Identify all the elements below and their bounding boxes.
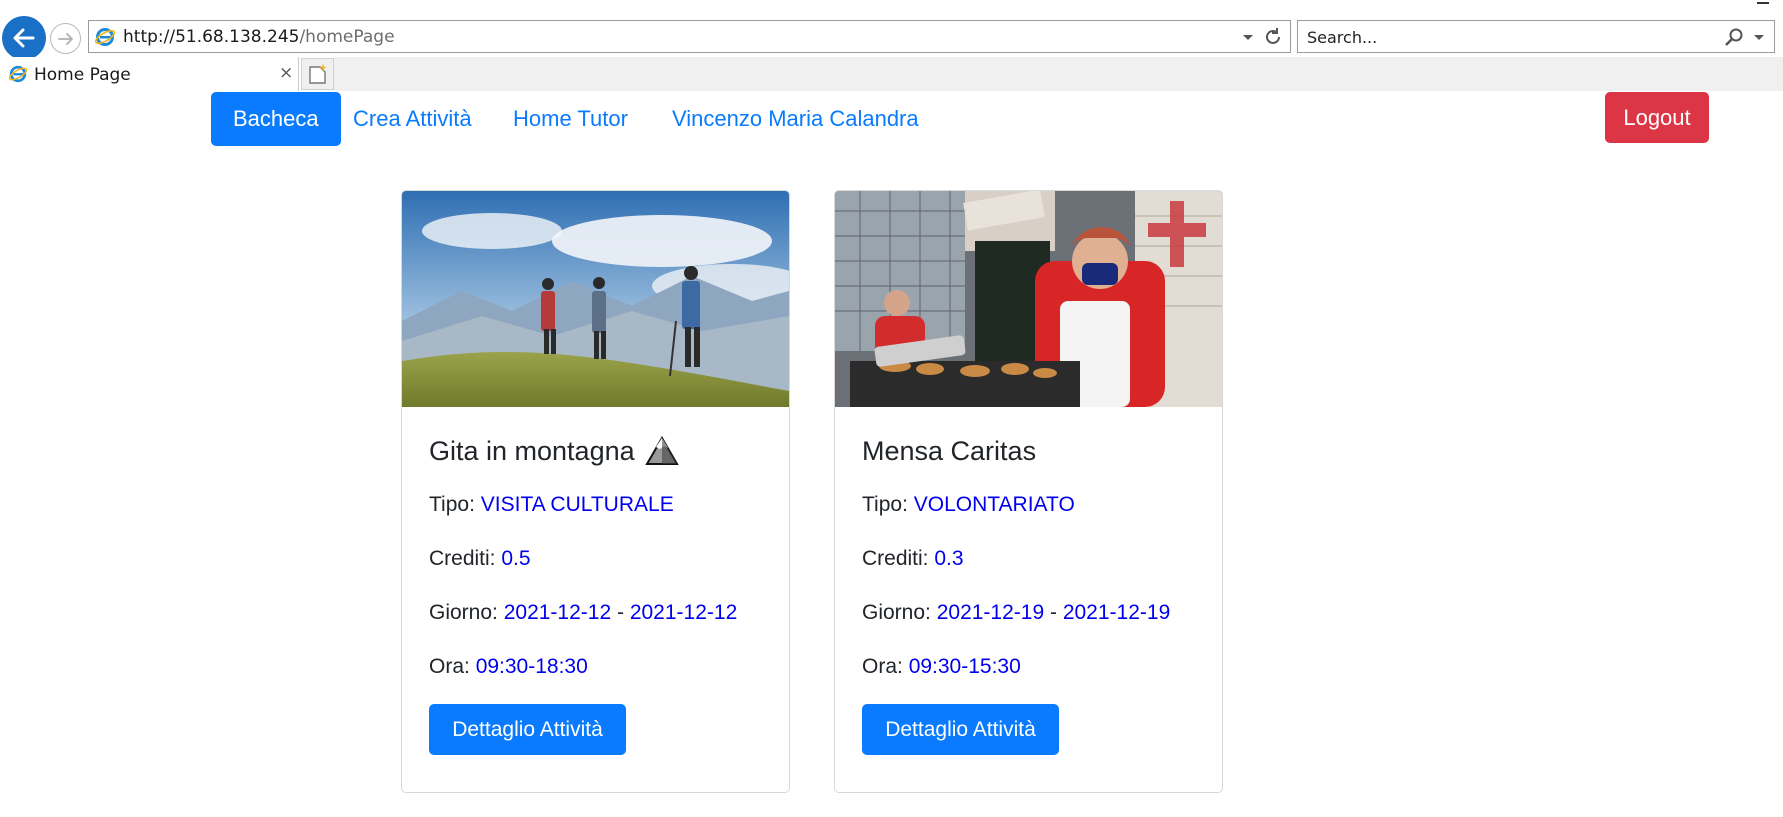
value-giorno-end: 2021-12-12 [629, 601, 738, 624]
navbar: Bacheca Crea Attività Home Tutor Vincenz… [0, 91, 1783, 151]
value-giorno-end: 2021-12-19 [1062, 601, 1171, 624]
url-text: http://51.68.138.245/homePage [123, 27, 395, 47]
card-title-text: Mensa Caritas [862, 436, 1037, 466]
search-icon[interactable] [1724, 27, 1744, 47]
label-giorno: Giorno: [429, 601, 498, 624]
nav-item-bacheca[interactable]: Bacheca [211, 92, 341, 146]
card-title: Mensa Caritas [862, 431, 1212, 471]
label-tipo: Tipo: [429, 493, 475, 516]
close-icon[interactable]: × [279, 63, 293, 83]
activity-card: Mensa Caritas Tipo: VOLONTARIATO Crediti… [834, 190, 1223, 793]
browser-chrome: http://51.68.138.245/homePage Search... … [0, 0, 1783, 91]
new-tab-icon [308, 64, 326, 84]
mountain-hike-image [402, 191, 789, 407]
minimize-icon[interactable] [1757, 2, 1769, 4]
ie-icon [94, 28, 116, 46]
mountain-icon [644, 436, 679, 465]
date-separator: - [1049, 601, 1057, 624]
search-box[interactable]: Search... [1297, 20, 1775, 53]
date-separator: - [616, 601, 624, 624]
value-crediti: 0.5 [501, 547, 531, 570]
refresh-icon[interactable] [1262, 26, 1284, 48]
url-host: http://51.68.138.245 [123, 27, 300, 47]
label-ora: Ora: [862, 655, 903, 678]
tab-title: Home Page [34, 65, 131, 85]
forward-button[interactable] [50, 23, 81, 54]
value-tipo: VOLONTARIATO [913, 493, 1075, 516]
new-tab-button[interactable] [301, 58, 334, 90]
value-giorno-start: 2021-12-12 [503, 601, 612, 624]
search-placeholder: Search... [1307, 28, 1378, 47]
label-crediti: Crediti: [862, 547, 929, 570]
value-ora: 09:30-15:30 [908, 655, 1021, 678]
label-ora: Ora: [429, 655, 470, 678]
nav-item-home-tutor[interactable]: Home Tutor [491, 92, 650, 146]
field-ora: Ora: 09:30-15:30 [862, 647, 1212, 687]
field-crediti: Crediti: 0.5 [429, 539, 779, 579]
field-giorno: Giorno: 2021-12-19 - 2021-12-19 [862, 593, 1212, 633]
card-image-mountain-hike [402, 191, 789, 407]
field-tipo: Tipo: VISITA CULTURALE [429, 485, 779, 525]
chevron-down-icon[interactable] [1242, 34, 1254, 42]
label-tipo: Tipo: [862, 493, 908, 516]
value-tipo: VISITA CULTURALE [480, 493, 674, 516]
card-title-text: Gita in montagna [429, 436, 635, 466]
card-body: Gita in montagna Tipo: VISITA CULTURALE … [429, 431, 779, 687]
back-button[interactable] [2, 16, 46, 60]
value-crediti: 0.3 [934, 547, 964, 570]
detail-button[interactable]: Dettaglio Attività [862, 704, 1059, 755]
browser-tab[interactable]: Home Page × [0, 57, 299, 91]
caritas-volunteers-image [835, 191, 1222, 407]
nav-item-crea-attivita[interactable]: Crea Attività [331, 92, 494, 146]
nav-item-user-name[interactable]: Vincenzo Maria Calandra [650, 92, 941, 146]
ie-icon [8, 65, 28, 83]
card-body: Mensa Caritas Tipo: VOLONTARIATO Crediti… [862, 431, 1212, 687]
value-ora: 09:30-18:30 [475, 655, 588, 678]
card-image-caritas [835, 191, 1222, 407]
label-crediti: Crediti: [429, 547, 496, 570]
address-bar[interactable]: http://51.68.138.245/homePage [88, 20, 1291, 53]
field-giorno: Giorno: 2021-12-12 - 2021-12-12 [429, 593, 779, 633]
field-tipo: Tipo: VOLONTARIATO [862, 485, 1212, 525]
activity-card: Gita in montagna Tipo: VISITA CULTURALE … [401, 190, 790, 793]
url-path: /homePage [299, 27, 395, 47]
arrow-left-icon [13, 28, 35, 48]
value-giorno-start: 2021-12-19 [936, 601, 1045, 624]
card-title: Gita in montagna [429, 431, 779, 471]
chevron-down-icon[interactable] [1753, 34, 1765, 42]
tab-strip [334, 57, 1783, 91]
logout-button[interactable]: Logout [1605, 92, 1709, 143]
arrow-right-icon [57, 32, 73, 45]
label-giorno: Giorno: [862, 601, 931, 624]
field-crediti: Crediti: 0.3 [862, 539, 1212, 579]
detail-button[interactable]: Dettaglio Attività [429, 704, 626, 755]
field-ora: Ora: 09:30-18:30 [429, 647, 779, 687]
